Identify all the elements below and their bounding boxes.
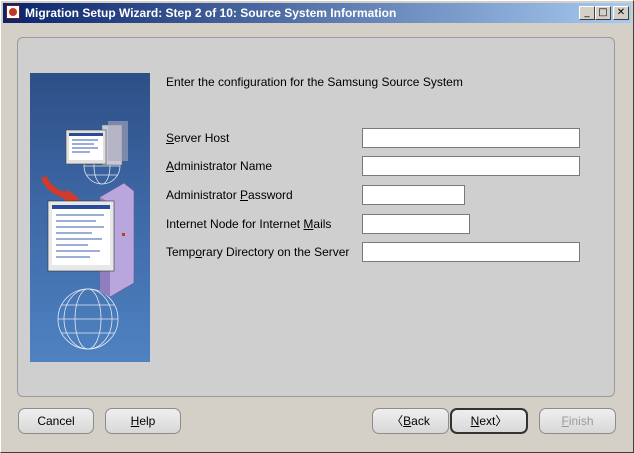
administrator-name-input[interactable] — [362, 156, 580, 176]
administrator-password-input[interactable] — [362, 185, 465, 205]
next-mnemonic: N — [470, 414, 480, 428]
label-suffix: assword — [248, 188, 293, 202]
back-button[interactable]: 〈Back — [372, 408, 449, 434]
internet-node-label: Internet Node for Internet Mails — [166, 217, 331, 231]
cancel-button[interactable]: Cancel — [18, 408, 94, 434]
wizard-illustration — [30, 73, 150, 362]
internet-node-input[interactable] — [362, 214, 470, 234]
instruction-text: Enter the configuration for the Samsung … — [166, 75, 463, 89]
label-suffix: dministrator Name — [174, 159, 273, 173]
finish-label-rest: inish — [568, 414, 594, 428]
window-title: Migration Setup Wizard: Step 2 of 10: So… — [25, 6, 397, 20]
label-suffix: ails — [313, 217, 332, 231]
label-suffix: erver Host — [174, 131, 230, 145]
next-label-rest: ext — [479, 414, 496, 428]
label-prefix: Internet Node for Internet — [166, 217, 304, 231]
server-host-input[interactable] — [362, 128, 580, 148]
administrator-name-label: Administrator Name — [166, 159, 272, 173]
title-bar[interactable]: Migration Setup Wizard: Step 2 of 10: So… — [3, 3, 631, 23]
help-button[interactable]: Help — [105, 408, 181, 434]
minimize-button[interactable]: _ — [579, 6, 595, 20]
finish-mnemonic: F — [561, 414, 569, 428]
back-mnemonic: B — [403, 414, 412, 428]
back-arrow-icon: 〈 — [391, 414, 404, 428]
administrator-password-label: Administrator Password — [166, 188, 293, 202]
app-icon[interactable] — [6, 5, 20, 19]
close-button[interactable]: ✕ — [613, 6, 629, 20]
next-button[interactable]: Next〉 — [450, 408, 528, 434]
help-label-rest: elp — [139, 414, 156, 428]
label-mnemonic: M — [303, 217, 314, 231]
label-mnemonic: P — [240, 188, 249, 202]
label-suffix: rary Directory on the Server — [202, 245, 350, 259]
maximize-button[interactable]: □ — [595, 6, 611, 20]
server-host-label: Server Host — [166, 131, 229, 145]
finish-button[interactable]: Finish — [539, 408, 616, 434]
label-prefix: Temp — [166, 245, 196, 259]
label-mnemonic: S — [166, 131, 175, 145]
back-label-rest: ack — [411, 414, 430, 428]
next-arrow-icon: 〉 — [495, 414, 508, 428]
temporary-directory-label: Temporary Directory on the Server — [166, 245, 349, 259]
computers-illustration-icon — [41, 121, 135, 350]
temporary-directory-input[interactable] — [362, 242, 580, 262]
label-mnemonic: A — [166, 159, 175, 173]
label-prefix: Administrator — [166, 188, 241, 202]
